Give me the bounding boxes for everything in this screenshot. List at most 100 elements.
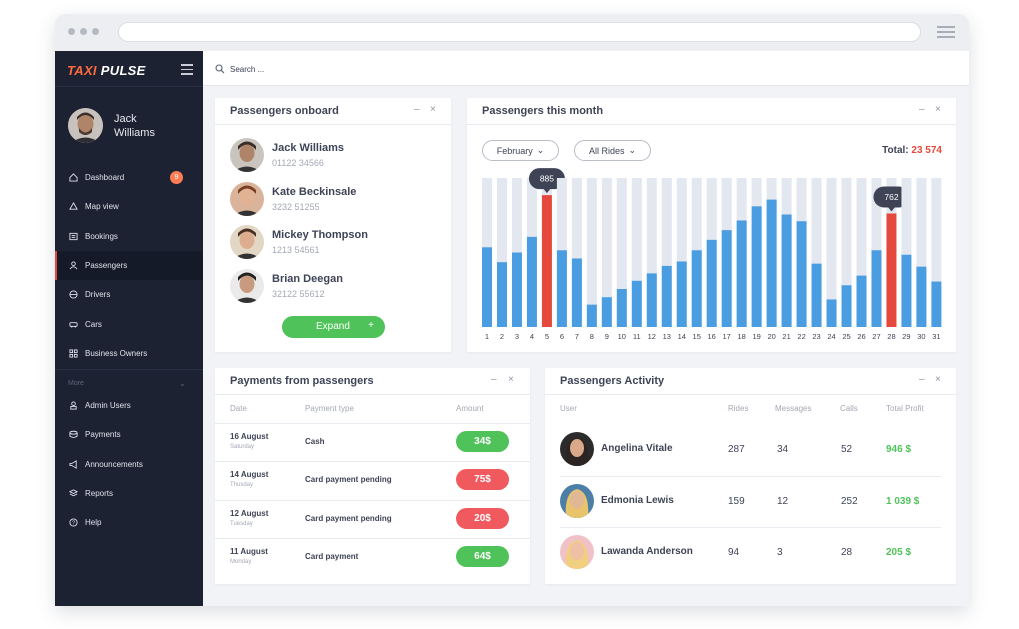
avatar[interactable] xyxy=(68,108,103,143)
chart-bar[interactable] xyxy=(736,220,747,327)
chart-bar[interactable] xyxy=(496,262,507,327)
activity-user-name[interactable]: Edmonia Lewis xyxy=(601,495,674,506)
payments-card: Payments from passengers – × Date Paymen… xyxy=(215,368,530,584)
chart-bar[interactable] xyxy=(916,266,927,327)
chart-bar[interactable] xyxy=(586,304,597,327)
payment-type: Card payment xyxy=(305,551,359,561)
close-icon[interactable]: × xyxy=(935,374,941,385)
payment-day: Monday xyxy=(230,558,252,565)
sidebar-item-payments[interactable]: Payments xyxy=(55,420,203,449)
chart-bar[interactable] xyxy=(482,247,492,327)
x-tick-label: 5 xyxy=(545,332,549,341)
minimize-icon[interactable]: – xyxy=(491,374,497,385)
sidebar-toggle-icon[interactable] xyxy=(181,64,193,78)
sidebar-item-passengers[interactable]: Passengers xyxy=(55,250,203,280)
activity-user-name[interactable]: Angelina Vitale xyxy=(601,443,673,454)
chart-bar[interactable] xyxy=(811,263,822,327)
passenger-avatar[interactable] xyxy=(230,138,264,172)
total-profit: 205 $ xyxy=(886,547,912,558)
plus-icon: + xyxy=(368,320,374,331)
chart-bar[interactable] xyxy=(691,250,702,327)
chart-bar[interactable] xyxy=(796,221,807,327)
top-bar xyxy=(203,51,969,86)
sidebar-item-map-view[interactable]: Map view xyxy=(55,192,203,221)
chart-bar[interactable] xyxy=(676,261,687,327)
search-input[interactable] xyxy=(230,61,530,77)
x-tick-label: 4 xyxy=(530,332,534,341)
rides-count: 94 xyxy=(728,547,740,558)
sidebar-item-admin-users[interactable]: Admin Users xyxy=(55,391,203,420)
passenger-avatar[interactable] xyxy=(230,225,264,259)
expand-button[interactable]: Expand + xyxy=(282,316,385,338)
activity-user-name[interactable]: Lawanda Anderson xyxy=(601,546,693,557)
chart-bar[interactable] xyxy=(751,206,762,327)
browser-chrome xyxy=(55,14,969,51)
sidebar-item-label: Announcements xyxy=(85,459,143,469)
chart-bar[interactable] xyxy=(571,258,582,327)
calls-count: 52 xyxy=(841,444,853,455)
chart-bar[interactable] xyxy=(781,214,792,327)
passenger-name[interactable]: Mickey Thompson xyxy=(272,229,368,241)
chart-bar[interactable] xyxy=(661,265,672,327)
sidebar-item-dashboard[interactable]: Dashboard 9 xyxy=(55,163,203,192)
browser-menu-icon[interactable] xyxy=(937,26,955,41)
payment-type: Card payment pending xyxy=(305,475,392,485)
sidebar: TAXI PULSE Jack Williams Dashboard 9 Map vi… xyxy=(55,51,203,606)
messages-count: 12 xyxy=(777,495,789,507)
payment-day: Thusday xyxy=(230,482,254,489)
card-title: Passengers Activity xyxy=(560,375,665,387)
sidebar-item-bookings[interactable]: Bookings xyxy=(55,222,203,251)
passenger-name[interactable]: Kate Beckinsale xyxy=(272,186,356,198)
window-dot-icon xyxy=(68,28,75,35)
x-tick-label: 8 xyxy=(590,332,594,341)
passenger-avatar[interactable] xyxy=(230,268,264,303)
chart-bar[interactable] xyxy=(511,252,522,328)
chart-bar[interactable] xyxy=(541,195,552,327)
close-icon[interactable]: × xyxy=(508,374,514,385)
minimize-icon[interactable]: – xyxy=(414,104,420,115)
chart-bar[interactable] xyxy=(826,299,837,327)
chart-bar[interactable] xyxy=(901,254,912,327)
passenger-phone: 01122 34566 xyxy=(272,158,324,168)
column-header-profit: Total Profit xyxy=(886,404,924,413)
main-content: Passengers onboard – × Jack Williams 0112… xyxy=(203,51,969,606)
sidebar-item-business-owners[interactable]: Business Owners xyxy=(55,339,203,368)
chart-bar[interactable] xyxy=(871,250,882,327)
payment-type: Cash xyxy=(305,437,325,446)
minimize-icon[interactable]: – xyxy=(919,374,925,385)
sidebar-item-cars[interactable]: Cars xyxy=(55,310,203,339)
passenger-name[interactable]: Brian Deegan xyxy=(272,273,343,285)
x-tick-label: 17 xyxy=(723,332,731,341)
chart-bar[interactable] xyxy=(646,273,657,327)
chart-bar[interactable] xyxy=(601,297,612,327)
sidebar-item-drivers[interactable]: Drivers xyxy=(55,280,203,309)
sidebar-item-reports[interactable]: Reports xyxy=(55,479,203,508)
chevron-down-icon[interactable]: ⌄ xyxy=(179,379,186,388)
chart-bar[interactable] xyxy=(841,285,852,327)
address-bar[interactable] xyxy=(118,22,921,42)
x-tick-label: 21 xyxy=(782,332,790,341)
calls-count: 28 xyxy=(841,547,853,558)
chart-bar[interactable] xyxy=(766,199,777,327)
sidebar-item-label: Cars xyxy=(85,319,102,329)
chart-bar[interactable] xyxy=(616,289,627,327)
sidebar-item-announcements[interactable]: Announcements xyxy=(55,450,203,479)
sidebar-item-help[interactable]: ? Help xyxy=(55,508,203,537)
chart-bar[interactable] xyxy=(526,236,537,327)
passengers-onboard-card: Passengers onboard – × Jack Williams 0112… xyxy=(215,98,451,352)
user-avatar[interactable] xyxy=(560,432,594,466)
chart-bar[interactable] xyxy=(631,280,642,327)
chart-bar[interactable] xyxy=(706,239,717,327)
passenger-name[interactable]: Jack Williams xyxy=(272,142,344,154)
chart-bar[interactable] xyxy=(856,275,867,327)
chart-bar[interactable] xyxy=(556,250,567,327)
total-profit: 946 $ xyxy=(886,444,912,455)
user-avatar[interactable] xyxy=(560,535,594,569)
close-icon[interactable]: × xyxy=(430,104,436,115)
chart-bar[interactable] xyxy=(886,213,897,327)
messages-count: 34 xyxy=(777,444,789,455)
user-avatar[interactable] xyxy=(560,483,594,518)
chart-bar[interactable] xyxy=(721,230,732,327)
chart-bar[interactable] xyxy=(931,281,942,327)
passenger-avatar[interactable] xyxy=(230,181,264,216)
